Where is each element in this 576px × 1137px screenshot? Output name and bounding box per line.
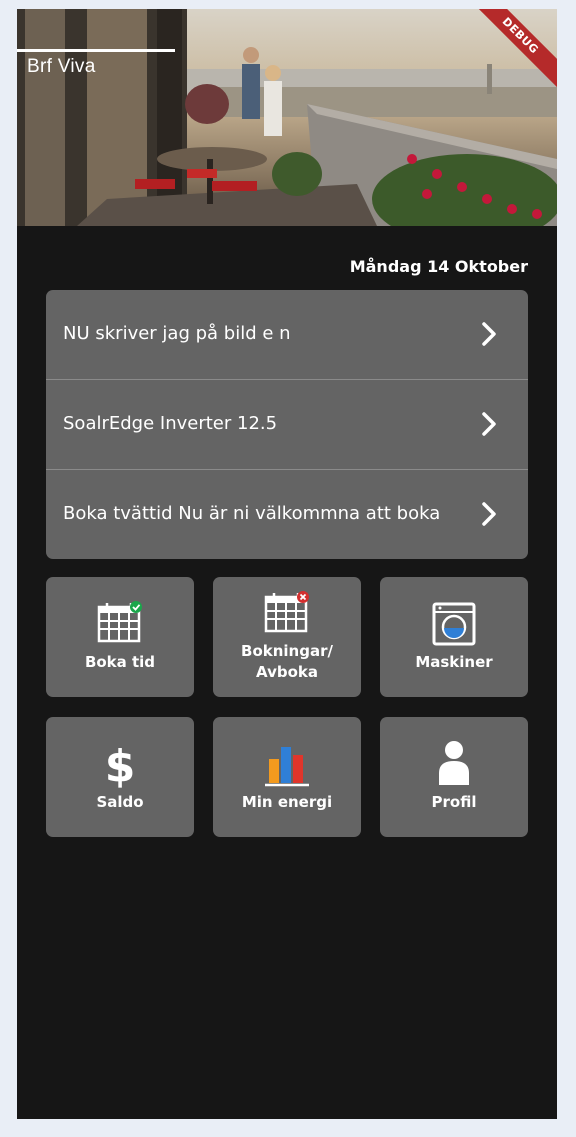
calendar-cancel-icon: [264, 591, 309, 633]
tile-label: Min energi: [241, 793, 333, 811]
balcony-illustration: [17, 9, 557, 226]
tile-saldo[interactable]: $ Saldo: [46, 717, 194, 837]
brand-title: Brf Viva: [27, 56, 96, 77]
header-image: Brf Viva DEBUG: [17, 9, 557, 226]
chevron-right-icon: [482, 412, 496, 436]
tile-label: Bokningar/ Avboka: [241, 642, 333, 681]
bar-chart-icon: [265, 747, 309, 787]
news-item[interactable]: SoalrEdge Inverter 12.5: [46, 380, 528, 470]
profile-icon: [439, 741, 469, 785]
news-item[interactable]: Boka tvättid Nu är ni välkommna att boka: [46, 470, 528, 559]
tile-label: Maskiner: [415, 653, 493, 671]
news-item-text: NU skriver jag på bild e n: [63, 323, 291, 344]
dollar-icon: $: [105, 741, 135, 789]
news-item-text: SoalrEdge Inverter 12.5: [63, 413, 278, 434]
tile-boka-tid[interactable]: Boka tid: [46, 577, 194, 697]
washing-machine-icon: [432, 602, 476, 646]
tile-profil[interactable]: Profil: [380, 717, 528, 837]
chevron-right-icon: [482, 502, 496, 526]
app-screen: Brf Viva DEBUG Måndag 14 Oktober NU skri…: [17, 9, 557, 1119]
tile-label: Boka tid: [84, 653, 156, 671]
tile-maskiner[interactable]: Maskiner: [380, 577, 528, 697]
news-list: NU skriver jag på bild e n SoalrEdge Inv…: [46, 290, 528, 559]
news-item[interactable]: NU skriver jag på bild e n: [46, 290, 528, 380]
chevron-right-icon: [482, 322, 496, 346]
tile-min-energi[interactable]: Min energi: [213, 717, 361, 837]
svg-text:$: $: [105, 741, 135, 789]
brand-underline: [17, 49, 175, 52]
current-date: Måndag 14 Oktober: [349, 257, 528, 276]
news-item-text: Boka tvättid Nu är ni välkommna att boka: [63, 503, 441, 524]
tile-label: Profil: [431, 793, 477, 811]
calendar-check-icon: [97, 601, 142, 643]
tile-bokningar-avboka[interactable]: Bokningar/ Avboka: [213, 577, 361, 697]
tile-label: Saldo: [96, 793, 144, 811]
